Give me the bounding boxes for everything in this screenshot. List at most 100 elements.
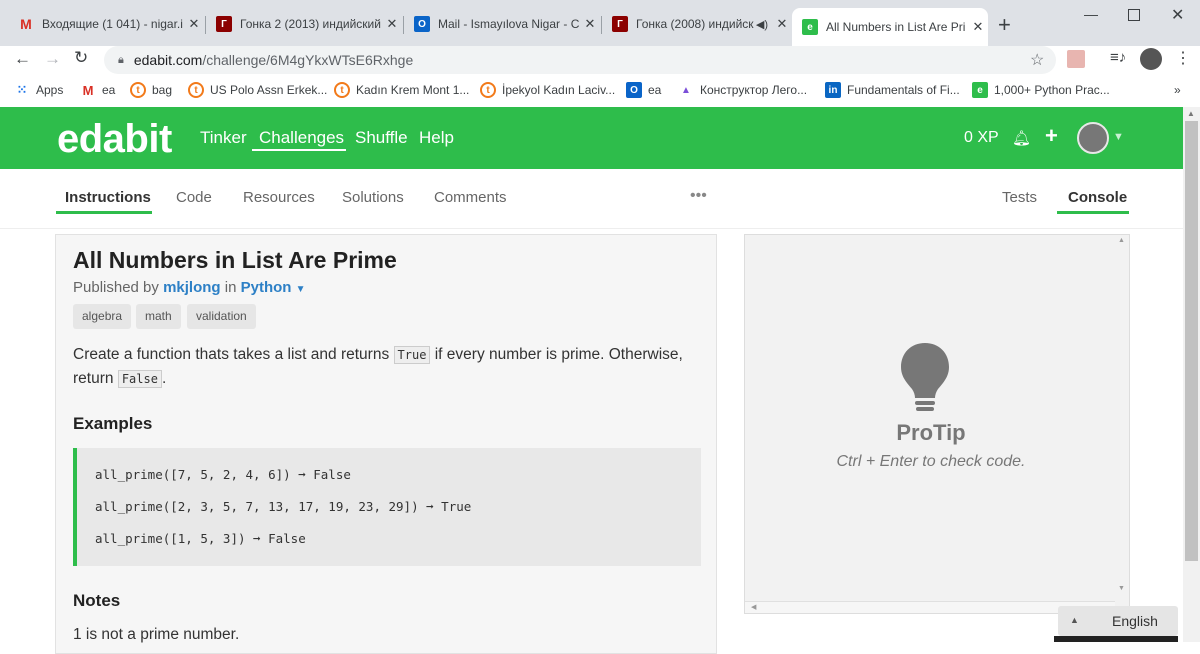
- scrollbar-thumb[interactable]: [1185, 121, 1198, 561]
- nav-active-underline: [252, 149, 346, 151]
- apps-grid-icon: ⁙: [16, 82, 28, 97]
- media-control-icon[interactable]: ≡♪: [1110, 49, 1126, 66]
- xp-counter[interactable]: 0 XP: [964, 129, 999, 147]
- star-icon[interactable]: ☆: [1030, 50, 1044, 70]
- scroll-down-icon[interactable]: ▼: [1118, 585, 1125, 592]
- bookmark-ea-outlook[interactable]: O ea: [626, 80, 661, 100]
- language-dropdown[interactable]: Python: [241, 279, 292, 296]
- scroll-left-icon[interactable]: ◀: [751, 603, 756, 611]
- bookmark-python-practice[interactable]: e 1,000+ Python Prac...: [972, 80, 1110, 100]
- challenge-title: All Numbers in List Are Prime: [73, 247, 397, 273]
- plus-icon[interactable]: +: [1045, 123, 1058, 149]
- browser-tab-gmail[interactable]: M Входящие (1 041) - nigar.i ✕: [8, 8, 204, 40]
- close-tab-icon[interactable]: ✕: [382, 16, 402, 32]
- nav-tinker[interactable]: Tinker: [200, 128, 247, 148]
- tag-algebra[interactable]: algebra: [73, 304, 132, 329]
- linkedin-icon: in: [825, 82, 841, 98]
- maximize-icon[interactable]: [1128, 9, 1140, 21]
- scroll-up-icon[interactable]: ▲: [1187, 109, 1195, 118]
- notes-heading: Notes: [73, 591, 121, 610]
- edabit-logo[interactable]: edabit: [57, 117, 172, 162]
- address-bar[interactable]: 🔒︎ edabit.com/challenge/6M4gYkxWTsE6Rxhg…: [104, 46, 1056, 74]
- user-avatar[interactable]: [1077, 122, 1109, 154]
- example-line: all_prime([7, 5, 2, 4, 6]) ➞ False: [95, 467, 351, 482]
- nav-help[interactable]: Help: [419, 128, 454, 148]
- tab-code[interactable]: Code: [176, 189, 212, 206]
- author-link[interactable]: mkjlong: [163, 279, 221, 296]
- note-item: 1 is not a prime number.: [73, 626, 240, 643]
- lock-icon: 🔒︎: [118, 53, 124, 66]
- console-scrollbar[interactable]: ▲ ▼: [1115, 235, 1129, 601]
- browser-tab-outlook[interactable]: O Mail - Ismayılova Nigar - C ✕: [404, 8, 600, 40]
- language-selector[interactable]: ▲ English: [1058, 606, 1178, 636]
- browser-tab-race2[interactable]: Г Гонка 2 (2013) индийский ✕: [206, 8, 402, 40]
- bookmark-kadin-krem[interactable]: t Kadın Krem Mont 1...: [334, 80, 469, 100]
- browser-tab-race[interactable]: Г Гонка (2008) индийск ◀) ✕: [602, 8, 792, 40]
- tab-instructions-underline: [56, 211, 152, 214]
- examples-heading: Examples: [73, 414, 153, 433]
- close-tab-icon[interactable]: ✕: [580, 16, 600, 32]
- more-options-icon[interactable]: •••: [690, 187, 707, 205]
- example-line: all_prime([1, 5, 3]) ➞ False: [95, 531, 306, 546]
- close-tab-icon[interactable]: ✕: [184, 16, 204, 32]
- tab-solutions[interactable]: Solutions: [342, 189, 404, 206]
- movie-icon: Г: [612, 16, 628, 32]
- bookmark-bag[interactable]: t bag: [130, 80, 172, 100]
- tab-resources[interactable]: Resources: [243, 189, 315, 206]
- examples-code-block: all_prime([7, 5, 2, 4, 6]) ➞ False all_p…: [73, 448, 701, 566]
- gmail-icon: M: [20, 16, 32, 32]
- tab-instructions[interactable]: Instructions: [65, 189, 151, 206]
- bookmark-lego[interactable]: ▲ Конструктор Лего...: [678, 80, 807, 100]
- outlook-icon: O: [626, 82, 642, 98]
- reload-icon[interactable]: ↻: [74, 48, 88, 68]
- scroll-up-icon[interactable]: ▲: [1118, 237, 1125, 244]
- instructions-panel: All Numbers in List Are Prime Published …: [55, 234, 717, 654]
- bell-icon[interactable]: 🔔︎: [1012, 129, 1031, 147]
- browser-tab-edabit[interactable]: e All Numbers in List Are Pri ✕: [792, 8, 988, 46]
- nav-challenges[interactable]: Challenges: [259, 128, 344, 148]
- published-line: Published by mkjlong in Python ▼: [73, 279, 306, 296]
- tab-console[interactable]: Console: [1068, 189, 1127, 206]
- browser-toolbar: ← → ↻ 🔒︎ edabit.com/challenge/6M4gYkxWTs…: [0, 46, 1200, 76]
- pdf-extension-icon[interactable]: [1067, 50, 1085, 68]
- bookmark-ipekyol[interactable]: t İpekyol Kadın Laciv...: [480, 80, 615, 100]
- protip-text: Ctrl + Enter to check code.: [836, 453, 1026, 470]
- inline-code-true: True: [393, 346, 431, 364]
- minimize-icon[interactable]: —: [1084, 6, 1098, 22]
- tab-comments[interactable]: Comments: [434, 189, 507, 206]
- page-scrollbar[interactable]: ▲: [1183, 107, 1200, 642]
- caret-down-icon[interactable]: ▼: [296, 284, 306, 295]
- nav-shuffle[interactable]: Shuffle: [355, 128, 408, 148]
- tab-tests[interactable]: Tests: [1002, 189, 1037, 206]
- more-bookmarks-icon[interactable]: »: [1174, 80, 1181, 100]
- avatar[interactable]: [1140, 48, 1162, 70]
- caret-up-icon: ▲: [1070, 615, 1079, 625]
- forward-icon[interactable]: →: [44, 49, 61, 69]
- bookmark-us-polo[interactable]: t US Polo Assn Erkek...: [188, 80, 327, 100]
- trendyol-icon: t: [130, 82, 146, 98]
- close-tab-icon[interactable]: ✕: [968, 19, 988, 35]
- lightbulb-icon: [901, 343, 949, 411]
- bookmark-apps[interactable]: ⁙ Apps: [14, 80, 64, 100]
- site-header: edabit Tinker Challenges Shuffle Help 0 …: [0, 107, 1183, 169]
- browser-menu-icon[interactable]: ⋮: [1175, 48, 1191, 68]
- console-panel: ProTip Ctrl + Enter to check code. ▲ ▼ ◀: [744, 234, 1130, 614]
- challenge-description: Create a function thats takes a list and…: [73, 346, 683, 388]
- footer-dark-strip: [1054, 636, 1178, 642]
- bookmark-ea[interactable]: M ea: [80, 80, 116, 100]
- example-line: all_prime([2, 3, 5, 7, 13, 17, 19, 23, 2…: [95, 499, 472, 514]
- tag-math[interactable]: math: [136, 304, 181, 329]
- new-tab-icon[interactable]: +: [998, 12, 1011, 38]
- speaker-icon[interactable]: ◀): [756, 18, 768, 31]
- browser-tab-strip: M Входящие (1 041) - nigar.i ✕ Г Гонка 2…: [0, 0, 1200, 46]
- trendyol-icon: t: [334, 82, 350, 98]
- tag-validation[interactable]: validation: [187, 304, 256, 329]
- back-icon[interactable]: ←: [14, 49, 31, 69]
- close-window-icon[interactable]: ✕: [1171, 5, 1184, 25]
- tab-console-underline: [1057, 211, 1129, 214]
- challenge-tabs: Instructions Code Resources Solutions Co…: [0, 169, 1183, 229]
- inline-code-false: False: [117, 370, 162, 388]
- bookmark-fundamentals[interactable]: in Fundamentals of Fi...: [825, 80, 960, 100]
- close-tab-icon[interactable]: ✕: [772, 16, 792, 32]
- chevron-down-icon[interactable]: ▼: [1113, 131, 1124, 143]
